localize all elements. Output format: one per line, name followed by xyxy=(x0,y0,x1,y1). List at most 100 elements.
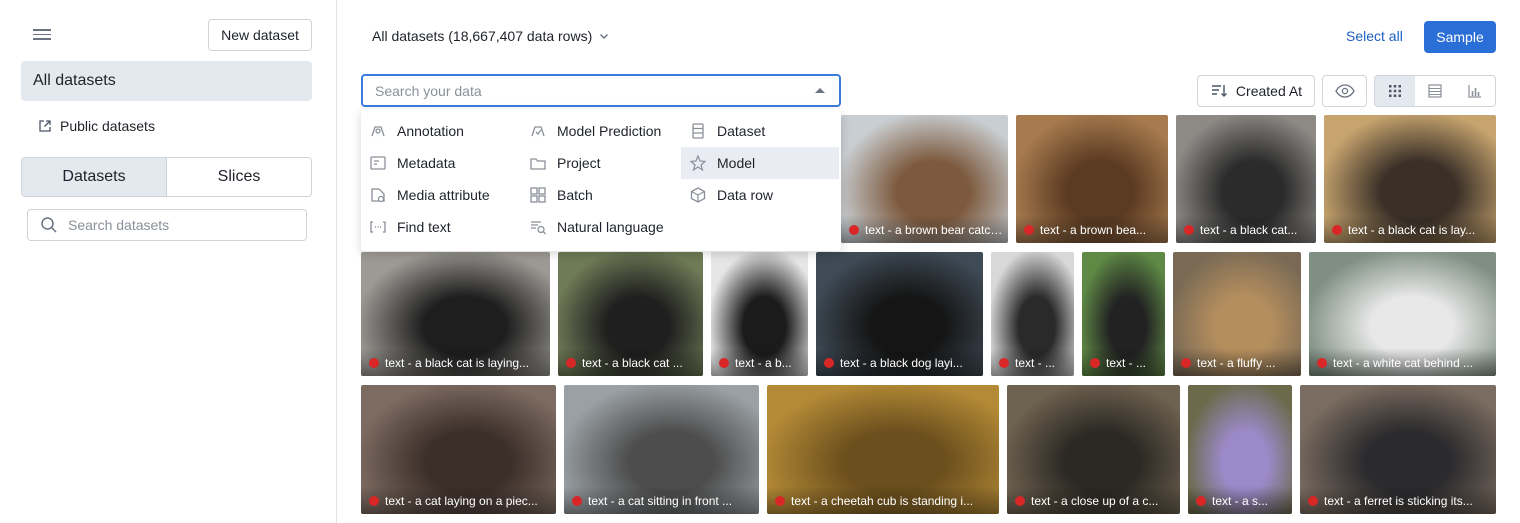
sidebar: New dataset All datasets Public datasets… xyxy=(0,0,337,523)
tile-caption-text: text - a black dog layi... xyxy=(840,356,963,370)
tile-caption-text: text - a black cat ... xyxy=(582,356,683,370)
caret-up-icon[interactable] xyxy=(815,88,825,93)
status-dot-icon xyxy=(1090,358,1100,368)
status-dot-icon xyxy=(849,225,859,235)
tile-caption: text - a black cat ... xyxy=(566,356,699,370)
image-tile[interactable]: text - a black cat... xyxy=(1176,115,1316,243)
tile-caption-text: text - a white cat behind ... xyxy=(1333,356,1474,370)
filter-item-label: Annotation xyxy=(397,123,464,139)
image-tile[interactable]: text - a white cat behind ... xyxy=(1309,252,1496,376)
tile-caption-text: text - ... xyxy=(1015,356,1056,370)
image-tile[interactable]: text - a brown bea... xyxy=(1016,115,1168,243)
image-tile[interactable]: text - a black cat ... xyxy=(558,252,703,376)
tile-caption: text - a black cat... xyxy=(1184,223,1312,237)
filter-item-data-row[interactable]: Data row xyxy=(681,179,839,211)
filter-item-label: Data row xyxy=(717,187,774,203)
image-tile[interactable]: text - a s... xyxy=(1188,385,1292,514)
sample-button[interactable]: Sample xyxy=(1424,21,1496,53)
tile-caption: text - a cat sitting in front ... xyxy=(572,494,755,508)
view-mode-group xyxy=(1374,75,1496,107)
data-search-input[interactable] xyxy=(375,82,795,99)
image-tile[interactable]: text - a cheetah cub is standing i... xyxy=(767,385,999,514)
image-tile[interactable]: text - a black dog layi... xyxy=(816,252,983,376)
filter-item-batch[interactable]: Batch xyxy=(521,179,681,211)
filter-item-label: Dataset xyxy=(717,123,766,139)
tile-caption: text - ... xyxy=(1090,356,1161,370)
tile-caption-text: text - a s... xyxy=(1212,494,1269,508)
tile-caption: text - a black dog layi... xyxy=(824,356,979,370)
sort-icon xyxy=(1211,85,1227,97)
tab-datasets[interactable]: Datasets xyxy=(22,158,167,196)
tile-caption-text: text - a fluffy ... xyxy=(1197,356,1276,370)
filter-item-model-prediction[interactable]: Model Prediction xyxy=(521,115,681,147)
status-dot-icon xyxy=(719,358,729,368)
status-dot-icon xyxy=(572,496,582,506)
public-datasets-label: Public datasets xyxy=(60,118,155,134)
image-tile[interactable]: text - a b... xyxy=(711,252,808,376)
tile-caption-text: text - a cheetah cub is standing i... xyxy=(791,494,974,508)
image-tile[interactable]: text - a close up of a c... xyxy=(1007,385,1180,514)
external-link-icon xyxy=(39,120,51,132)
filter-item-annotation[interactable]: Annotation xyxy=(361,115,521,147)
visibility-toggle[interactable] xyxy=(1322,75,1367,107)
image-tile[interactable]: text - a black cat is lay... xyxy=(1324,115,1496,243)
filter-item-label: Model Prediction xyxy=(557,123,662,139)
tab-slices[interactable]: Slices xyxy=(167,158,311,196)
tile-caption-text: text - a b... xyxy=(735,356,792,370)
sidebar-item-public-datasets[interactable]: Public datasets xyxy=(38,115,155,137)
tile-caption: text - a fluffy ... xyxy=(1181,356,1297,370)
list-view-button[interactable] xyxy=(1415,76,1455,106)
datasets-selector[interactable]: All datasets (18,667,407 data rows) xyxy=(372,28,610,44)
data-row-icon xyxy=(690,187,706,203)
tile-caption-text: text - a black cat is laying... xyxy=(385,356,530,370)
status-dot-icon xyxy=(369,496,379,506)
new-dataset-button[interactable]: New dataset xyxy=(208,19,312,51)
tile-caption: text - a cat laying on a piec... xyxy=(369,494,552,508)
menu-icon[interactable] xyxy=(31,26,53,44)
chart-view-button[interactable] xyxy=(1455,76,1495,106)
filter-item-dataset[interactable]: Dataset xyxy=(681,115,839,147)
search-icon xyxy=(41,217,57,233)
status-dot-icon xyxy=(369,358,379,368)
image-tile[interactable]: text - a cat sitting in front ... xyxy=(564,385,759,514)
annotation-icon xyxy=(371,126,385,137)
image-tile[interactable]: text - a ferret is sticking its... xyxy=(1300,385,1496,514)
dataset-search-input[interactable] xyxy=(68,217,288,233)
sort-label: Created At xyxy=(1235,83,1303,99)
grid-view-button[interactable] xyxy=(1375,76,1415,106)
image-tile[interactable]: text - a brown bear catche... xyxy=(841,115,1008,243)
sort-button[interactable]: Created At xyxy=(1197,75,1315,107)
filter-item-label: Project xyxy=(557,155,601,171)
image-tile[interactable]: text - a fluffy ... xyxy=(1173,252,1301,376)
metadata-icon xyxy=(370,156,386,170)
grid-icon xyxy=(1389,85,1401,97)
tile-caption: text - a ferret is sticking its... xyxy=(1308,494,1492,508)
status-dot-icon xyxy=(1181,358,1191,368)
filter-item-project[interactable]: Project xyxy=(521,147,681,179)
image-tile[interactable]: text - ... xyxy=(1082,252,1165,376)
tile-caption: text - a brown bear catche... xyxy=(849,223,1004,237)
image-tile[interactable]: text - ... xyxy=(991,252,1074,376)
batch-icon xyxy=(530,187,546,203)
image-tile[interactable]: text - a black cat is laying... xyxy=(361,252,550,376)
filter-item-label: Model xyxy=(717,155,756,171)
tile-caption: text - a white cat behind ... xyxy=(1317,356,1492,370)
filter-item-label: Media attribute xyxy=(397,187,490,203)
select-all-link[interactable]: Select all xyxy=(1346,28,1403,44)
filter-item-natural-language[interactable]: Natural language xyxy=(521,211,681,243)
model-icon xyxy=(689,154,707,172)
sidebar-item-all-datasets[interactable]: All datasets xyxy=(21,61,312,101)
filter-item-model[interactable]: Model xyxy=(681,147,839,179)
dataset-icon xyxy=(692,123,704,139)
eye-icon xyxy=(1334,84,1355,98)
filter-item-metadata[interactable]: Metadata xyxy=(361,147,521,179)
find-text-icon xyxy=(370,221,386,233)
image-tile[interactable]: text - a cat laying on a piec... xyxy=(361,385,556,514)
chevron-down-icon xyxy=(600,34,609,39)
filter-item-find-text[interactable]: Find text xyxy=(361,211,521,243)
tile-caption-text: text - a close up of a c... xyxy=(1031,494,1159,508)
tile-caption: text - a brown bea... xyxy=(1024,223,1164,237)
tile-caption-text: text - a cat sitting in front ... xyxy=(588,494,733,508)
status-dot-icon xyxy=(1317,358,1327,368)
filter-item-media-attribute[interactable]: Media attribute xyxy=(361,179,521,211)
